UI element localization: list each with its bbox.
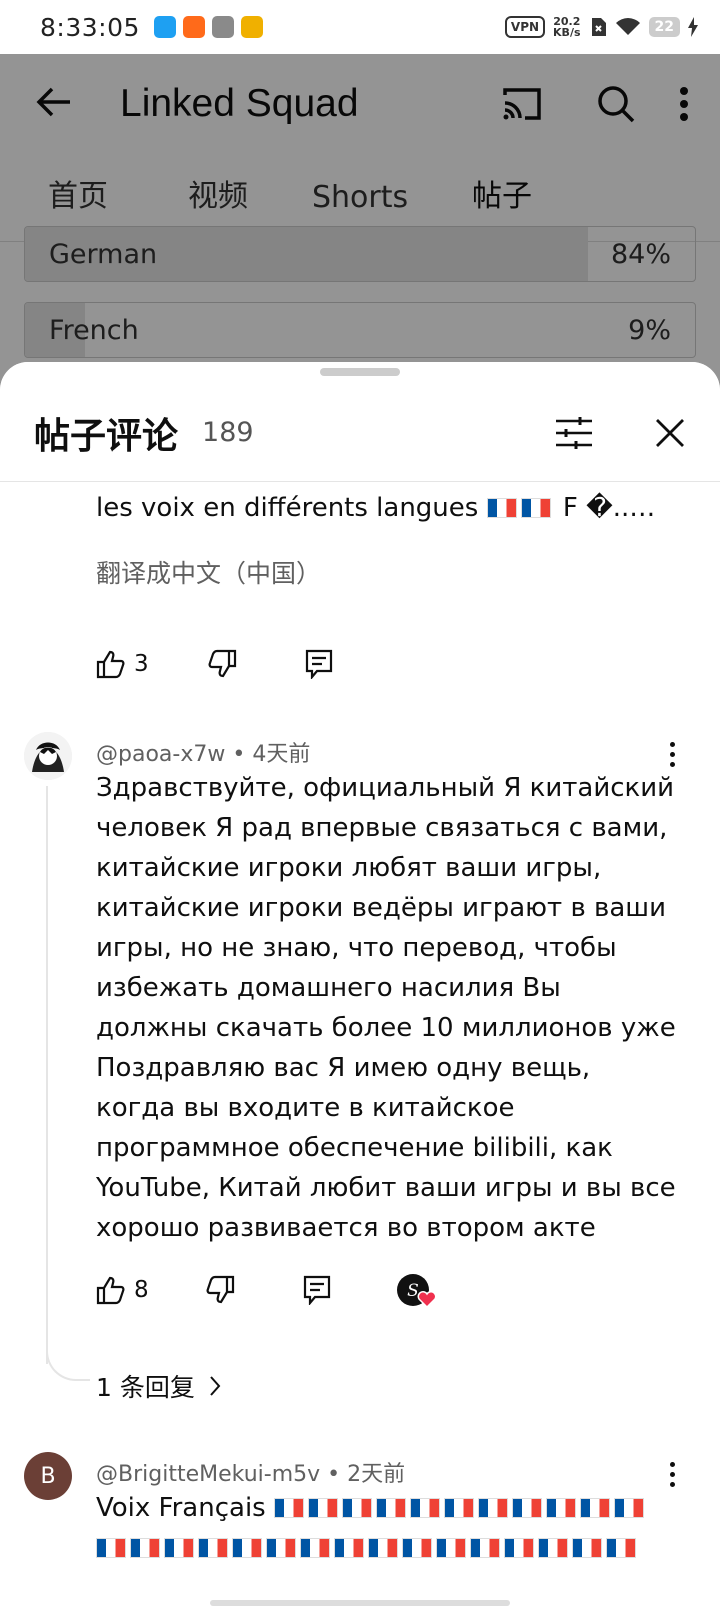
avatar-letter: B — [40, 1463, 56, 1489]
avatar-brigitte[interactable]: B — [24, 1452, 72, 1500]
reply-comment-icon — [305, 649, 332, 679]
comment-actions: 8 S — [96, 1270, 437, 1310]
like-button[interactable]: 8 — [96, 1275, 149, 1305]
thumb-up-icon — [96, 650, 125, 679]
flag-fr-icon — [545, 1498, 576, 1518]
no-sim-icon — [591, 18, 606, 36]
qq-icon — [153, 16, 176, 38]
charging-icon — [688, 17, 698, 37]
flag-fr-icon — [538, 1538, 568, 1558]
flag-fr-icon — [341, 1498, 372, 1518]
flag-fr-icon — [409, 1498, 440, 1518]
flag-fr-icon — [300, 1538, 330, 1558]
heart-icon — [417, 1291, 437, 1308]
reply-thread-line — [46, 786, 48, 1364]
sheet-header: 帖子评论 189 — [0, 362, 720, 482]
flag-fr-icon — [368, 1538, 398, 1558]
translate-link[interactable]: 翻译成中文（中国） — [96, 554, 321, 590]
battery-level: 22 — [648, 17, 680, 37]
flag-fr-icon — [511, 1498, 542, 1518]
drag-handle[interactable] — [320, 368, 400, 376]
like-count: 3 — [134, 651, 149, 677]
comment-text-line — [96, 1528, 676, 1568]
network-speed-unit: KB/s — [553, 26, 581, 39]
flag-fr-icon — [402, 1538, 432, 1558]
comment-text-line: Voix Français — [96, 1488, 676, 1528]
flag-fr-icon — [470, 1538, 500, 1558]
gesture-bar[interactable] — [210, 1600, 510, 1606]
reply-comment-icon — [303, 1275, 330, 1305]
dislike-button[interactable] — [207, 649, 237, 679]
flag-fr-icon — [486, 498, 517, 518]
comment-author-line: @paoa-x7w • 4天前 — [96, 736, 310, 768]
flag-fr-icon — [579, 1498, 610, 1518]
flag-fr-icon — [520, 498, 551, 518]
flag-fr-icon — [266, 1538, 296, 1558]
comment-time: 2天前 — [347, 1462, 406, 1487]
reply-thread-curve — [46, 1337, 90, 1381]
comment-text: Voix Français — [96, 1493, 266, 1523]
chevron-right-icon — [210, 1376, 221, 1396]
flag-fr-icon — [96, 1538, 126, 1558]
like-count: 8 — [134, 1277, 149, 1303]
kuaishou-icon — [182, 16, 205, 38]
status-bar: 8:33:05 VPN 20.2 KB/s 22 — [0, 0, 720, 54]
flag-fr-icon — [477, 1498, 508, 1518]
separator-dot: • — [327, 1462, 348, 1487]
status-time: 8:33:05 — [40, 12, 140, 42]
view-replies-button[interactable]: 1 条回复 — [96, 1368, 221, 1404]
flag-fr-icon — [606, 1538, 636, 1558]
wechat-icon — [211, 16, 234, 38]
notification-icons — [153, 16, 263, 38]
comment-text-line: les voix en différents langues F �..… — [96, 488, 676, 528]
reply-button[interactable] — [305, 649, 333, 679]
sheet-title: 帖子评论 — [34, 415, 179, 457]
flag-fr-icon — [375, 1498, 406, 1518]
comments-sheet: 帖子评论 189 monde 🌍 je crois que tu devra m… — [0, 362, 720, 1612]
flag-fr-icon — [334, 1538, 364, 1558]
vpn-badge: VPN — [504, 16, 546, 38]
thumb-up-icon — [96, 1276, 125, 1305]
flag-fr-icon — [164, 1538, 194, 1558]
replies-count: 1 条回复 — [96, 1373, 195, 1402]
flag-fr-icon — [307, 1498, 338, 1518]
thumb-down-icon — [208, 649, 236, 678]
close-icon[interactable] — [648, 411, 692, 455]
flag-fr-icon — [504, 1538, 534, 1558]
comment-author[interactable]: @BrigitteMekui-m5v — [96, 1462, 320, 1487]
like-button[interactable]: 3 — [96, 649, 149, 679]
wifi-icon — [615, 18, 640, 35]
avatar-paoa[interactable] — [24, 732, 72, 780]
flag-fr-icon — [198, 1538, 228, 1558]
comment-text-tail: F �..… — [562, 493, 656, 523]
comment-text-segment: les voix en différents langues — [96, 493, 479, 523]
flag-fr-icon — [232, 1538, 262, 1558]
flag-fr-icon — [572, 1538, 602, 1558]
creator-heart-badge: S — [396, 1274, 437, 1308]
flag-fr-icon — [443, 1498, 474, 1518]
network-speed: 20.2 KB/s — [553, 16, 580, 38]
reply-button[interactable] — [303, 1275, 331, 1305]
comment-author-line: @BrigitteMekui-m5v • 2天前 — [96, 1456, 405, 1488]
comment-time: 4天前 — [252, 742, 311, 767]
comment-actions: 3 — [96, 644, 333, 684]
flag-fr-icon — [436, 1538, 466, 1558]
comment-author[interactable]: @paoa-x7w — [96, 742, 225, 767]
dislike-button[interactable] — [205, 1275, 235, 1305]
comment-text: Здравствуйте, официальный Я китайский че… — [96, 773, 676, 1243]
comment-count: 189 — [202, 417, 254, 448]
separator-dot: • — [232, 742, 253, 767]
thumb-down-icon — [206, 1275, 234, 1304]
weibo-icon — [240, 16, 263, 38]
flag-fr-icon — [613, 1498, 644, 1518]
filter-sliders-icon[interactable] — [552, 411, 596, 455]
flag-fr-icon — [273, 1498, 304, 1518]
flag-fr-icon — [130, 1538, 160, 1558]
